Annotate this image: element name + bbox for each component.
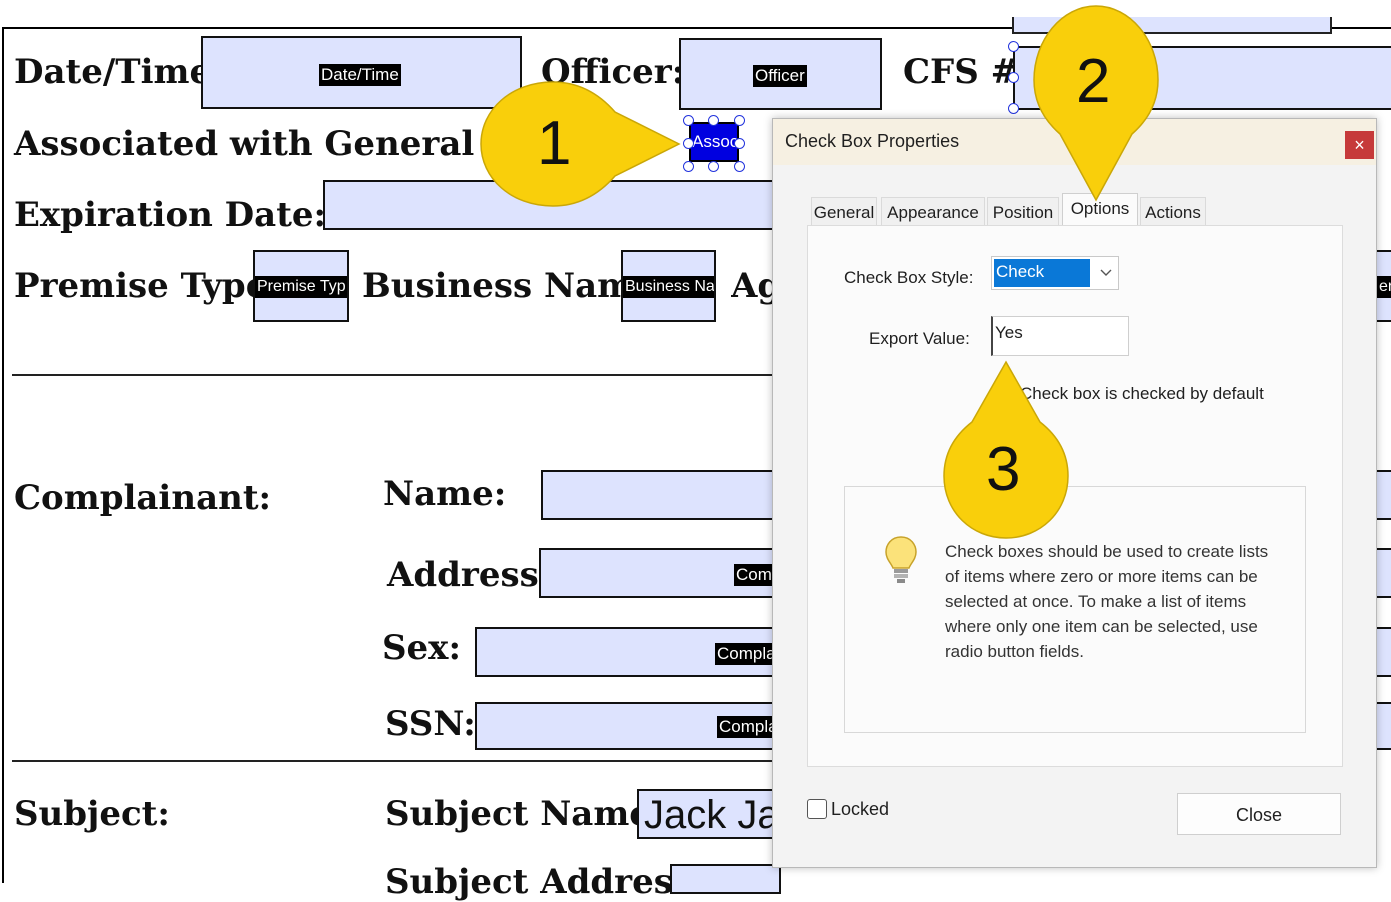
expiration-label: Expiration Date: [14, 195, 327, 235]
complainant-sex-field[interactable]: Compla [475, 627, 781, 677]
subject-name-value: Jack Ja [644, 793, 780, 837]
subject-address-label: Subject Address: [385, 862, 705, 902]
locked-checkbox[interactable] [807, 799, 827, 819]
options-panel: Check Box Style: Check Export Value: Yes… [807, 225, 1343, 767]
lightbulb-icon [885, 536, 917, 583]
callout-1-shape [480, 81, 681, 207]
dialog-title: Check Box Properties [785, 131, 960, 151]
associated-checkbox-field[interactable]: Assoc [683, 115, 745, 172]
premise-type-field-tag: Premise Typ [255, 276, 347, 298]
ssn-label: SSN: [385, 704, 476, 744]
premise-type-label: Premise Type: [14, 266, 280, 306]
check-box-style-select[interactable]: Check [991, 256, 1119, 290]
subject-label: Subject: [14, 794, 170, 834]
info-box: Check boxes should be used to create lis… [844, 486, 1306, 733]
agency-field[interactable]: en [1375, 250, 1391, 322]
date-time-field-tag: Date/Time [319, 64, 401, 86]
info-text: Check boxes should be used to create lis… [945, 542, 1269, 661]
callout-1: 1 [475, 80, 685, 210]
section-divider [12, 374, 782, 376]
agency-label: Age [731, 266, 773, 306]
complainant-ssn-field-right[interactable] [1375, 702, 1391, 750]
selection-handle[interactable] [1008, 72, 1019, 83]
check-box-properties-dialog: Check Box Properties × General Appearanc… [772, 118, 1377, 868]
export-value-label: Export Value: [869, 329, 970, 348]
selection-handle[interactable] [734, 138, 745, 149]
officer-field-tag: Officer [753, 65, 807, 87]
sex-field-tag: Compla [715, 643, 778, 665]
close-button[interactable]: Close [1177, 793, 1341, 835]
section-divider [12, 760, 782, 762]
name-label: Name: [383, 474, 507, 514]
complainant-name-field-right[interactable] [1375, 470, 1391, 520]
business-name-field-tag: Business Na [623, 276, 714, 298]
selection-handle[interactable] [1008, 41, 1019, 52]
callout-3: 3 [940, 360, 1072, 540]
subject-name-field[interactable]: Jack Ja [637, 789, 781, 839]
tab-appearance[interactable]: Appearance [881, 197, 985, 227]
address-field-tag: Com [734, 564, 774, 586]
callout-3-number: 3 [986, 435, 1021, 504]
agency-field-tag: en [1377, 276, 1391, 298]
ssn-field-tag: Compla [717, 716, 779, 738]
callout-1-number: 1 [537, 109, 572, 178]
associated-field-tag: Assoc [692, 132, 738, 151]
complainant-name-field[interactable] [541, 470, 781, 520]
address-label: Address: [387, 555, 552, 595]
close-icon: × [1354, 135, 1365, 155]
cfs-label: CFS # [903, 52, 1020, 92]
tab-general[interactable]: General [811, 197, 877, 227]
chevron-down-icon [1100, 269, 1112, 276]
complainant-address-field[interactable]: Com [539, 548, 781, 598]
complainant-sex-field-right[interactable] [1375, 627, 1391, 677]
date-time-field[interactable]: Date/Time [201, 36, 522, 109]
business-name-field[interactable]: Business Na [621, 250, 716, 322]
selection-handle[interactable] [708, 115, 719, 126]
premise-type-field[interactable]: Premise Typ [253, 250, 349, 322]
locked-label: Locked [831, 799, 890, 819]
officer-field[interactable]: Officer [679, 38, 882, 110]
selection-handle[interactable] [734, 115, 745, 126]
dialog-close-x-button[interactable]: × [1345, 131, 1374, 159]
complainant-label: Complainant: [14, 478, 272, 518]
check-box-style-value: Check [996, 262, 1045, 281]
date-time-label: Date/Time: [14, 52, 224, 92]
complainant-address-field-right[interactable] [1375, 548, 1391, 598]
sex-label: Sex: [382, 628, 462, 668]
selection-handle[interactable] [1008, 103, 1019, 114]
callout-2-number: 2 [1076, 47, 1111, 116]
callout-2: 2 [1030, 2, 1162, 202]
check-box-style-label: Check Box Style: [844, 268, 974, 287]
selection-handle[interactable] [708, 161, 719, 172]
subject-name-label: Subject Name: [385, 794, 664, 834]
selection-handle[interactable] [734, 161, 745, 172]
export-value-text: Yes [995, 323, 1023, 342]
subject-address-field[interactable] [670, 864, 781, 894]
export-value-input[interactable]: Yes [991, 316, 1129, 356]
complainant-ssn-field[interactable]: Compla [475, 702, 781, 750]
